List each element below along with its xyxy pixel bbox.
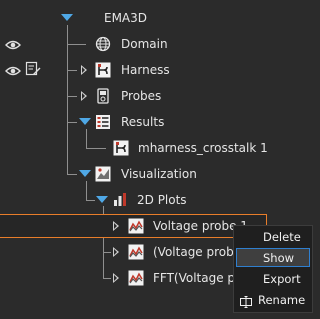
menu-item-rename[interactable]: Rename — [236, 291, 310, 310]
probes-icon — [95, 88, 111, 104]
eye-icon[interactable] — [5, 63, 21, 79]
tree-item-domain[interactable]: Domain — [121, 37, 168, 51]
tree-item-2d-plots[interactable]: 2D Plots — [137, 193, 187, 207]
edit-icon[interactable] — [25, 61, 41, 77]
results-icon — [95, 114, 111, 130]
expand-arrow-icon[interactable] — [113, 247, 119, 257]
expand-arrow-icon[interactable] — [81, 91, 87, 101]
menu-item-show[interactable]: Show — [236, 248, 310, 267]
globe-icon — [95, 36, 111, 52]
tree-root-label[interactable]: EMA3D — [104, 11, 147, 25]
tree-item-results[interactable]: Results — [121, 115, 164, 129]
expand-arrow-icon[interactable] — [113, 221, 119, 231]
menu-item-delete[interactable]: Delete — [236, 228, 310, 247]
expand-arrow-icon[interactable] — [61, 14, 73, 21]
expand-arrow-icon[interactable] — [79, 118, 91, 125]
tree-item-harness[interactable]: Harness — [121, 63, 170, 77]
plots-icon — [113, 191, 129, 207]
plot-icon — [128, 218, 144, 234]
harness-icon — [95, 62, 111, 78]
tree-item-visualization[interactable]: Visualization — [121, 167, 197, 181]
tree-item-result[interactable]: mharness_crosstalk 1 — [138, 141, 268, 155]
context-menu: Delete Show Export Rename — [233, 225, 313, 313]
tree-item-probes[interactable]: Probes — [121, 89, 161, 103]
expand-arrow-icon[interactable] — [81, 65, 87, 75]
rename-icon — [240, 295, 252, 314]
plot-icon — [128, 244, 144, 260]
expand-arrow-icon[interactable] — [113, 273, 119, 283]
menu-item-export[interactable]: Export — [236, 270, 310, 289]
expand-arrow-icon[interactable] — [96, 196, 108, 203]
eye-icon[interactable] — [5, 37, 21, 53]
expand-arrow-icon[interactable] — [79, 170, 91, 177]
result-item-icon — [113, 140, 129, 156]
visualization-icon — [95, 166, 111, 182]
plot-icon — [128, 270, 144, 286]
